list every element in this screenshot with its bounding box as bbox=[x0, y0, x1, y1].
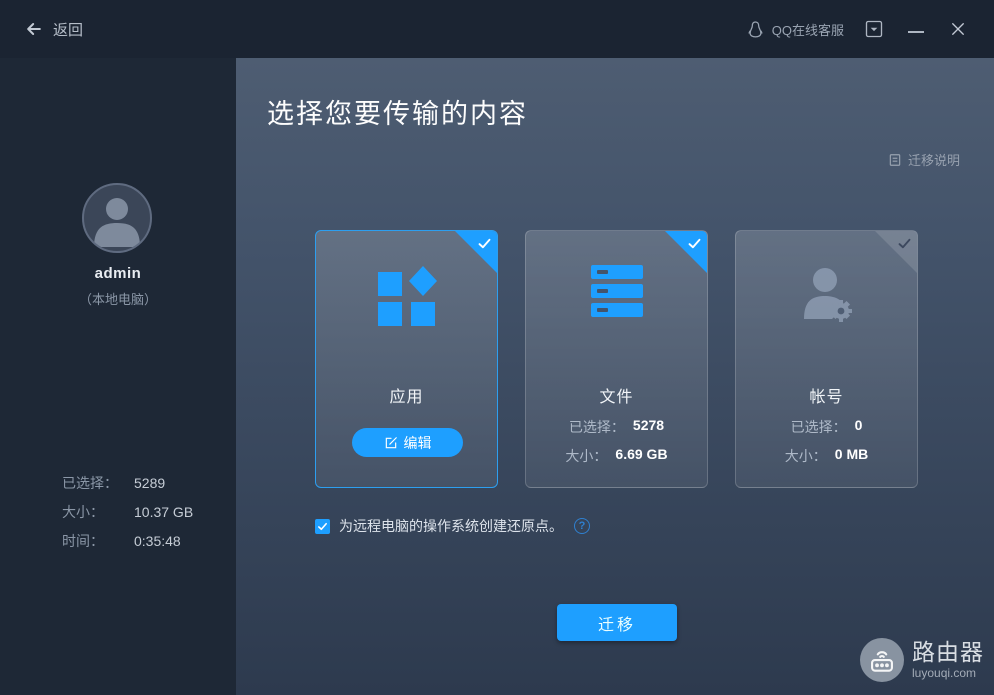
files-size-value: 6.69 GB bbox=[615, 446, 667, 466]
accounts-selected-row: 已选择： 0 bbox=[736, 417, 917, 437]
summary-size-label: 大小： bbox=[62, 502, 124, 522]
username: admin bbox=[0, 265, 236, 282]
content-panel: 选择您要传输的内容 迁移说明 bbox=[236, 58, 994, 695]
user-silhouette-icon bbox=[84, 185, 150, 251]
local-pc-sidebar: admin （本地电脑） 已选择： 5289 大小： 10.37 GB 时间： … bbox=[0, 58, 236, 695]
summary-time-row: 时间： 0:35:48 bbox=[62, 526, 193, 555]
restore-point-label: 为远程电脑的操作系统创建还原点。 bbox=[339, 516, 563, 536]
accounts-selected-value: 0 bbox=[855, 417, 863, 437]
minimize-icon bbox=[908, 31, 924, 33]
watermark-title: 路由器 bbox=[912, 641, 984, 664]
check-icon bbox=[897, 236, 912, 251]
transfer-category-cards: 应用 编辑 bbox=[315, 230, 918, 488]
computer-type-label: （本地电脑） bbox=[0, 289, 236, 308]
close-icon bbox=[949, 20, 967, 38]
restore-point-checkbox[interactable] bbox=[315, 519, 330, 534]
edit-icon bbox=[384, 436, 398, 450]
migration-guide-link[interactable]: 迁移说明 bbox=[888, 150, 960, 169]
chevron-down-box-icon bbox=[864, 19, 884, 39]
migration-guide-label: 迁移说明 bbox=[908, 150, 960, 169]
restore-point-row: 为远程电脑的操作系统创建还原点。 ? bbox=[315, 516, 590, 536]
page-title: 选择您要传输的内容 bbox=[267, 92, 528, 131]
minimize-button[interactable] bbox=[904, 17, 928, 41]
watermark: 路由器 luyouqi.com bbox=[860, 638, 984, 682]
files-selected-row: 已选择： 5278 bbox=[526, 417, 707, 437]
apps-grid-icon bbox=[316, 263, 497, 329]
user-gear-icon bbox=[736, 263, 917, 329]
files-size-label: 大小： bbox=[565, 446, 607, 466]
files-selected-label: 已选择： bbox=[569, 417, 625, 437]
router-icon bbox=[860, 638, 904, 682]
files-size-row: 大小： 6.69 GB bbox=[526, 446, 707, 466]
check-icon bbox=[687, 236, 702, 251]
document-icon bbox=[888, 153, 902, 167]
summary-selected-value: 5289 bbox=[134, 475, 165, 491]
window-dropdown-button[interactable] bbox=[862, 17, 886, 41]
migrate-button[interactable]: 迁移 bbox=[557, 604, 677, 641]
qq-online-service-button[interactable]: QQ在线客服 bbox=[746, 20, 844, 39]
summary-time-label: 时间： bbox=[62, 531, 124, 551]
accounts-selected-label: 已选择： bbox=[791, 417, 847, 437]
summary-selected-row: 已选择： 5289 bbox=[62, 468, 193, 497]
summary-selected-label: 已选择： bbox=[62, 473, 124, 493]
app-window: 返回 QQ在线客服 bbox=[0, 0, 994, 695]
summary-size-row: 大小： 10.37 GB bbox=[62, 497, 193, 526]
accounts-size-value: 0 MB bbox=[835, 446, 868, 466]
avatar bbox=[82, 183, 152, 253]
edit-apps-button[interactable]: 编辑 bbox=[352, 428, 463, 457]
back-label: 返回 bbox=[53, 19, 83, 40]
accounts-size-label: 大小： bbox=[785, 446, 827, 466]
help-icon[interactable]: ? bbox=[574, 518, 590, 534]
summary-time-value: 0:35:48 bbox=[134, 533, 181, 549]
card-files[interactable]: 文件 已选择： 5278 大小： 6.69 GB bbox=[525, 230, 708, 488]
transfer-summary: 已选择： 5289 大小： 10.37 GB 时间： 0:35:48 bbox=[62, 468, 193, 555]
accounts-size-row: 大小： 0 MB bbox=[736, 446, 917, 466]
qq-penguin-icon bbox=[746, 20, 765, 39]
card-accounts[interactable]: 帐号 已选择： 0 大小： 0 MB bbox=[735, 230, 918, 488]
card-accounts-label: 帐号 bbox=[736, 383, 917, 407]
check-icon bbox=[317, 521, 328, 532]
drive-stack-icon bbox=[526, 263, 707, 323]
close-button[interactable] bbox=[946, 17, 970, 41]
watermark-domain: luyouqi.com bbox=[912, 667, 984, 679]
back-button[interactable]: 返回 bbox=[24, 19, 83, 40]
check-icon bbox=[477, 236, 492, 251]
arrow-left-icon bbox=[24, 19, 44, 39]
card-apps-label: 应用 bbox=[316, 383, 497, 407]
edit-apps-label: 编辑 bbox=[404, 433, 432, 453]
summary-size-value: 10.37 GB bbox=[134, 504, 193, 520]
card-apps[interactable]: 应用 编辑 bbox=[315, 230, 498, 488]
files-selected-value: 5278 bbox=[633, 417, 664, 437]
card-files-label: 文件 bbox=[526, 383, 707, 407]
qq-online-service-label: QQ在线客服 bbox=[772, 20, 844, 39]
title-bar: 返回 QQ在线客服 bbox=[0, 0, 994, 58]
